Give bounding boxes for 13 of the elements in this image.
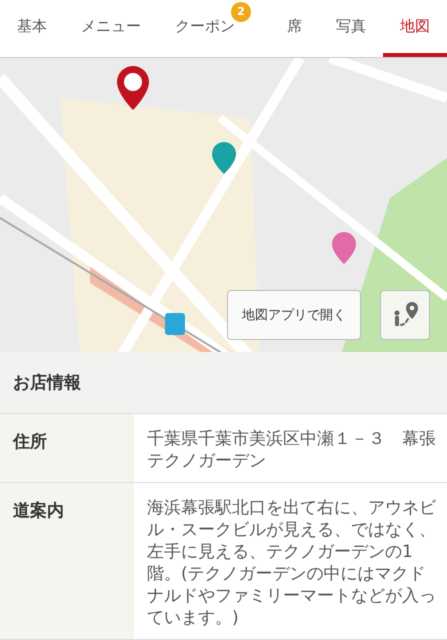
section-title: お店情報 xyxy=(13,372,81,394)
route-button[interactable] xyxy=(380,290,430,340)
row-value: 海浜幕張駅北口を出て右に、アウネビル・スークビルが見える、ではなく、左手に見える、テクノガーデンの1階。(テクノガーデンの中にはマクドナルドやファミリーマートなどが入っています。) xyxy=(146,496,437,630)
tab[interactable]: 席 xyxy=(270,0,319,57)
open-in-maps-button[interactable]: 地図アプリで開く xyxy=(227,290,361,340)
tab[interactable]: 写真 xyxy=(319,0,383,57)
tab[interactable]: メニュー xyxy=(64,0,158,57)
row-label: 住所 xyxy=(13,432,47,452)
row-label: 道案内 xyxy=(13,500,64,521)
tab[interactable]: 基本 xyxy=(0,0,64,57)
tab[interactable]: クーポン 2 xyxy=(158,0,270,57)
count-badge: 2 xyxy=(231,2,251,22)
row-value: 千葉県千葉市美浜区中瀬１－３ 幕張テクノガーデン xyxy=(146,428,437,473)
